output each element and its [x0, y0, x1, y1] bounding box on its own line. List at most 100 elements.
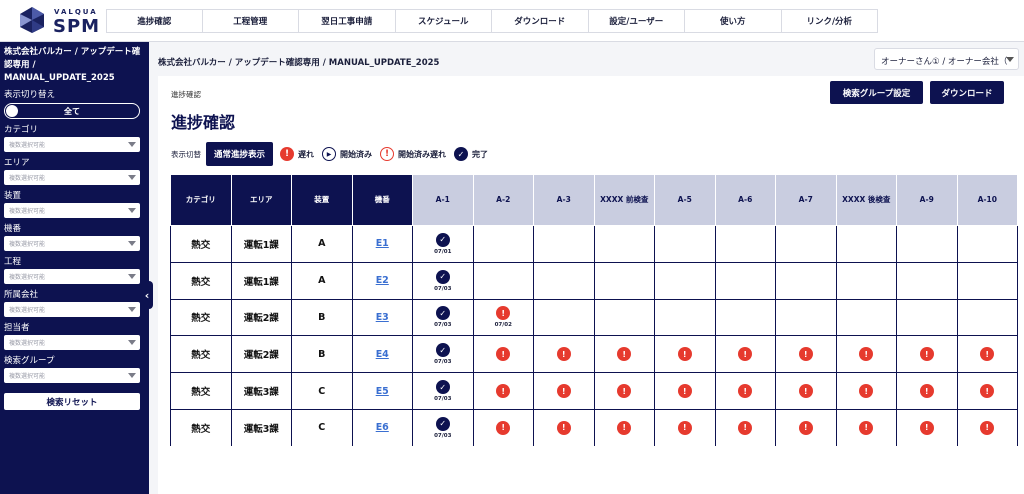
step-cell[interactable]: ! — [533, 335, 595, 374]
sidebar-collapse-icon[interactable]: ‹ — [141, 281, 153, 309]
machine-select[interactable]: 複数選択可能 — [4, 236, 140, 251]
cell-machine-link[interactable]: E2 — [351, 261, 413, 300]
step-cell[interactable]: ✓ 07/01 — [412, 225, 474, 263]
status-mark: ! — [595, 420, 655, 435]
step-cell[interactable] — [593, 261, 655, 300]
step-cell[interactable] — [775, 261, 837, 300]
legend-late-label: 遅れ — [298, 149, 315, 159]
device-select[interactable]: 複数選択可能 — [4, 203, 140, 218]
step-cell[interactable] — [775, 298, 837, 337]
step-cell[interactable] — [593, 298, 655, 337]
company-select[interactable]: 複数選択可能 — [4, 302, 140, 317]
step-cell[interactable] — [835, 261, 897, 300]
nav-schedule[interactable]: スケジュール — [395, 9, 492, 33]
cell-category: 熱交 — [170, 225, 232, 263]
step-cell[interactable]: ✓ 07/03 — [412, 372, 474, 410]
step-cell[interactable]: ! — [956, 372, 1018, 410]
step-cell[interactable]: ! — [835, 335, 897, 374]
step-cell[interactable]: ! — [533, 372, 595, 410]
area-select[interactable]: 複数選択可能 — [4, 170, 140, 185]
step-cell[interactable]: ! — [835, 408, 897, 446]
step-cell[interactable]: ! — [835, 372, 897, 410]
nav-process[interactable]: 工程管理 — [202, 9, 299, 33]
cell-machine-link[interactable]: E4 — [351, 335, 413, 374]
step-cell[interactable] — [533, 261, 595, 300]
step-cell[interactable] — [533, 225, 595, 263]
category-select[interactable]: 複数選択可能 — [4, 137, 140, 152]
process-select[interactable]: 複数選択可能 — [4, 269, 140, 284]
step-cell[interactable]: ! — [714, 335, 776, 374]
step-cell[interactable] — [472, 261, 534, 300]
late-icon: ! — [556, 420, 571, 435]
step-cell[interactable]: ! — [896, 335, 958, 374]
step-cell[interactable] — [533, 298, 595, 337]
step-cell[interactable]: ! — [896, 372, 958, 410]
step-cell[interactable]: ! — [956, 335, 1018, 374]
progress-grid[interactable]: カテゴリ エリア 装置 機番 A-1 A-2 A-3 XXXX 前検査 A-5 A-6 A-… — [170, 174, 1024, 446]
nav-next-day-request[interactable]: 翌日工事申請 — [299, 9, 396, 33]
step-cell[interactable] — [896, 261, 958, 300]
step-cell[interactable]: ✓ 07/03 — [412, 335, 474, 374]
step-cell[interactable]: ! — [654, 408, 716, 446]
nav-links-analysis[interactable]: リンク/分析 — [781, 9, 878, 33]
nav-progress[interactable]: 進捗確認 — [106, 9, 203, 33]
step-cell[interactable]: ! — [956, 408, 1018, 446]
search-reset-button[interactable]: 検索リセット — [4, 393, 140, 410]
step-cell[interactable]: ! 07/02 — [472, 298, 534, 337]
late-icon: ! — [738, 347, 753, 362]
step-cell[interactable]: ! — [472, 372, 534, 410]
step-cell[interactable]: ! — [714, 372, 776, 410]
status-mark: ! — [716, 347, 776, 362]
step-cell[interactable] — [714, 261, 776, 300]
step-cell[interactable]: ! — [472, 408, 534, 446]
step-cell[interactable] — [835, 298, 897, 337]
download-button[interactable]: ダウンロード — [930, 81, 1004, 104]
step-cell[interactable]: ✓ 07/03 — [412, 261, 474, 300]
step-cell[interactable]: ✓ 07/03 — [412, 298, 474, 337]
cell-machine-link[interactable]: E1 — [351, 225, 413, 263]
step-cell[interactable]: ! — [714, 408, 776, 446]
nav-settings-users[interactable]: 設定/ユーザー — [588, 9, 685, 33]
step-cell[interactable]: ! — [775, 335, 837, 374]
step-cell[interactable]: ✓ 07/03 — [412, 408, 474, 446]
nav-download[interactable]: ダウンロード — [492, 9, 589, 33]
table-row: 熱交 運転3課 C E5 ✓ 07/03!!!!!!!!! — [170, 372, 1018, 410]
caret-down-icon — [128, 307, 136, 312]
step-cell[interactable] — [956, 225, 1018, 263]
select-placeholder: 複数選択可能 — [9, 373, 46, 380]
step-cell[interactable]: ! — [775, 372, 837, 410]
step-cell[interactable] — [472, 225, 534, 263]
step-cell[interactable]: ! — [593, 335, 655, 374]
user-select[interactable]: オーナーさん① / オーナー会社（ — [874, 48, 1019, 70]
step-cell[interactable]: ! — [593, 408, 655, 446]
cell-machine-link[interactable]: E6 — [351, 408, 413, 446]
search-group-select[interactable]: 複数選択可能 — [4, 368, 140, 383]
assignee-select[interactable]: 複数選択可能 — [4, 335, 140, 350]
step-cell[interactable] — [714, 225, 776, 263]
step-cell[interactable] — [714, 298, 776, 337]
search-group-settings-button[interactable]: 検索グループ設定 — [830, 81, 923, 104]
cell-machine-link[interactable]: E5 — [351, 372, 413, 410]
step-cell[interactable]: ! — [775, 408, 837, 446]
step-cell[interactable] — [835, 225, 897, 263]
step-cell[interactable] — [654, 298, 716, 337]
step-cell[interactable] — [654, 261, 716, 300]
normal-progress-button[interactable]: 通常進捗表示 — [206, 142, 274, 166]
step-cell[interactable] — [896, 298, 958, 337]
step-cell[interactable] — [654, 225, 716, 263]
step-cell[interactable] — [896, 225, 958, 263]
step-cell[interactable]: ! — [472, 335, 534, 374]
step-cell[interactable]: ! — [654, 335, 716, 374]
step-cell[interactable]: ! — [896, 408, 958, 446]
step-cell[interactable] — [956, 298, 1018, 337]
nav-usage[interactable]: 使い方 — [685, 9, 782, 33]
step-cell[interactable] — [775, 225, 837, 263]
step-cell[interactable]: ! — [593, 372, 655, 410]
legend-done: ✓ 完了 — [454, 147, 488, 161]
step-cell[interactable] — [593, 225, 655, 263]
step-cell[interactable]: ! — [654, 372, 716, 410]
step-cell[interactable] — [956, 261, 1018, 300]
cell-machine-link[interactable]: E3 — [351, 298, 413, 337]
view-toggle[interactable]: 全て — [4, 103, 140, 119]
step-cell[interactable]: ! — [533, 408, 595, 446]
